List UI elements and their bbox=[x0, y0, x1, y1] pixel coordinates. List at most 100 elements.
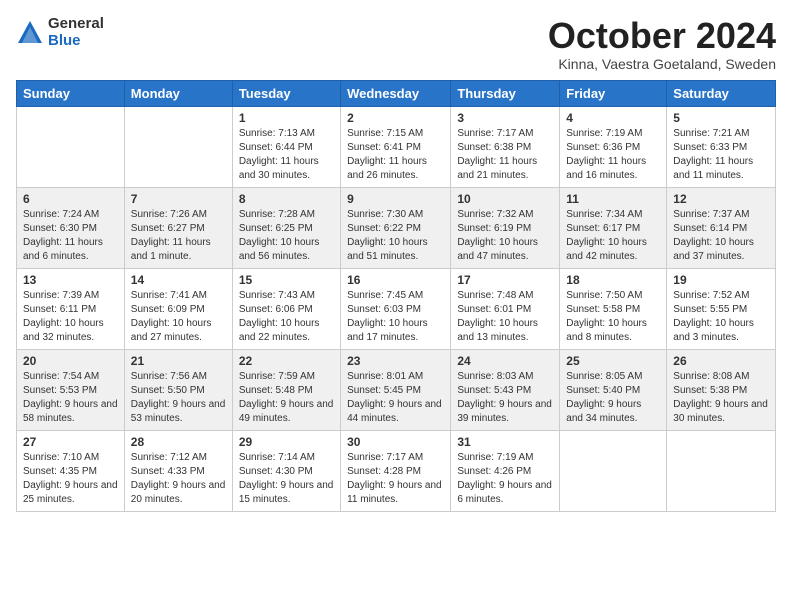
day-number: 7 bbox=[131, 192, 226, 206]
month-title: October 2024 bbox=[548, 16, 776, 56]
logo-general-text: General bbox=[48, 16, 104, 33]
day-cell bbox=[560, 430, 667, 511]
day-info: Sunrise: 8:08 AM Sunset: 5:38 PM Dayligh… bbox=[673, 370, 769, 426]
day-info: Sunrise: 7:39 AM Sunset: 6:11 PM Dayligh… bbox=[23, 289, 118, 345]
week-row-2: 6 Sunrise: 7:24 AM Sunset: 6:30 PM Daylig… bbox=[17, 187, 776, 268]
col-header-wednesday: Wednesday bbox=[341, 80, 451, 106]
day-number: 3 bbox=[457, 111, 553, 125]
day-info: Sunrise: 8:01 AM Sunset: 5:45 PM Dayligh… bbox=[347, 370, 444, 426]
day-cell: 13 Sunrise: 7:39 AM Sunset: 6:11 PM Dayli… bbox=[17, 268, 125, 349]
day-info: Sunrise: 7:48 AM Sunset: 6:01 PM Dayligh… bbox=[457, 289, 553, 345]
week-row-4: 20 Sunrise: 7:54 AM Sunset: 5:53 PM Dayli… bbox=[17, 349, 776, 430]
logo-icon bbox=[16, 19, 44, 47]
day-cell: 31Sunrise: 7:19 AM Sunset: 4:26 PM Dayli… bbox=[451, 430, 560, 511]
day-number: 28 bbox=[131, 435, 226, 449]
day-cell: 4 Sunrise: 7:19 AM Sunset: 6:36 PM Daylig… bbox=[560, 106, 667, 187]
day-info: Sunrise: 7:19 AM Sunset: 6:36 PM Dayligh… bbox=[566, 127, 660, 183]
day-info: Sunrise: 7:26 AM Sunset: 6:27 PM Dayligh… bbox=[131, 208, 226, 264]
day-info: Sunrise: 7:17 AM Sunset: 6:38 PM Dayligh… bbox=[457, 127, 553, 183]
day-info: Sunrise: 8:05 AM Sunset: 5:40 PM Dayligh… bbox=[566, 370, 660, 426]
day-cell: 11 Sunrise: 7:34 AM Sunset: 6:17 PM Dayli… bbox=[560, 187, 667, 268]
day-cell: 6 Sunrise: 7:24 AM Sunset: 6:30 PM Daylig… bbox=[17, 187, 125, 268]
day-cell: 19 Sunrise: 7:52 AM Sunset: 5:55 PM Dayli… bbox=[667, 268, 776, 349]
day-cell: 12Sunrise: 7:37 AM Sunset: 6:14 PM Dayli… bbox=[667, 187, 776, 268]
day-cell: 20 Sunrise: 7:54 AM Sunset: 5:53 PM Dayli… bbox=[17, 349, 125, 430]
col-header-thursday: Thursday bbox=[451, 80, 560, 106]
day-info: Sunrise: 7:12 AM Sunset: 4:33 PM Dayligh… bbox=[131, 451, 226, 507]
day-number: 23 bbox=[347, 354, 444, 368]
day-number: 25 bbox=[566, 354, 660, 368]
header-row: SundayMondayTuesdayWednesdayThursdayFrid… bbox=[17, 80, 776, 106]
day-cell: 3 Sunrise: 7:17 AM Sunset: 6:38 PM Daylig… bbox=[451, 106, 560, 187]
day-number: 18 bbox=[566, 273, 660, 287]
col-header-monday: Monday bbox=[124, 80, 232, 106]
day-cell: 27Sunrise: 7:10 AM Sunset: 4:35 PM Dayli… bbox=[17, 430, 125, 511]
day-number: 19 bbox=[673, 273, 769, 287]
day-info: Sunrise: 7:13 AM Sunset: 6:44 PM Dayligh… bbox=[239, 127, 334, 183]
day-cell: 5 Sunrise: 7:21 AM Sunset: 6:33 PM Daylig… bbox=[667, 106, 776, 187]
day-cell: 30Sunrise: 7:17 AM Sunset: 4:28 PM Dayli… bbox=[341, 430, 451, 511]
logo-blue-text: Blue bbox=[48, 33, 104, 50]
day-cell: 16 Sunrise: 7:45 AM Sunset: 6:03 PM Dayli… bbox=[341, 268, 451, 349]
day-number: 22 bbox=[239, 354, 334, 368]
day-info: Sunrise: 7:54 AM Sunset: 5:53 PM Dayligh… bbox=[23, 370, 118, 426]
day-number: 11 bbox=[566, 192, 660, 206]
col-header-saturday: Saturday bbox=[667, 80, 776, 106]
day-cell: 24Sunrise: 8:03 AM Sunset: 5:43 PM Dayli… bbox=[451, 349, 560, 430]
day-info: Sunrise: 7:19 AM Sunset: 4:26 PM Dayligh… bbox=[457, 451, 553, 507]
day-cell: 14 Sunrise: 7:41 AM Sunset: 6:09 PM Dayli… bbox=[124, 268, 232, 349]
day-number: 20 bbox=[23, 354, 118, 368]
day-number: 10 bbox=[457, 192, 553, 206]
day-info: Sunrise: 7:24 AM Sunset: 6:30 PM Dayligh… bbox=[23, 208, 118, 264]
day-number: 12 bbox=[673, 192, 769, 206]
day-number: 14 bbox=[131, 273, 226, 287]
col-header-tuesday: Tuesday bbox=[232, 80, 340, 106]
day-cell: 15Sunrise: 7:43 AM Sunset: 6:06 PM Dayli… bbox=[232, 268, 340, 349]
day-cell: 21 Sunrise: 7:56 AM Sunset: 5:50 PM Dayli… bbox=[124, 349, 232, 430]
day-number: 21 bbox=[131, 354, 226, 368]
col-header-sunday: Sunday bbox=[17, 80, 125, 106]
day-info: Sunrise: 7:56 AM Sunset: 5:50 PM Dayligh… bbox=[131, 370, 226, 426]
day-cell: 9 Sunrise: 7:30 AM Sunset: 6:22 PM Daylig… bbox=[341, 187, 451, 268]
day-info: Sunrise: 7:43 AM Sunset: 6:06 PM Dayligh… bbox=[239, 289, 334, 345]
day-number: 6 bbox=[23, 192, 118, 206]
day-info: Sunrise: 7:34 AM Sunset: 6:17 PM Dayligh… bbox=[566, 208, 660, 264]
day-number: 30 bbox=[347, 435, 444, 449]
title-area: October 2024 Kinna, Vaestra Goetaland, S… bbox=[548, 16, 776, 72]
logo-text: General Blue bbox=[48, 16, 104, 49]
day-cell: 29Sunrise: 7:14 AM Sunset: 4:30 PM Dayli… bbox=[232, 430, 340, 511]
day-cell: 23 Sunrise: 8:01 AM Sunset: 5:45 PM Dayli… bbox=[341, 349, 451, 430]
day-cell: 26 Sunrise: 8:08 AM Sunset: 5:38 PM Dayli… bbox=[667, 349, 776, 430]
day-number: 13 bbox=[23, 273, 118, 287]
logo: General Blue bbox=[16, 16, 104, 49]
day-number: 4 bbox=[566, 111, 660, 125]
day-info: Sunrise: 7:52 AM Sunset: 5:55 PM Dayligh… bbox=[673, 289, 769, 345]
day-info: Sunrise: 7:14 AM Sunset: 4:30 PM Dayligh… bbox=[239, 451, 334, 507]
day-info: Sunrise: 7:45 AM Sunset: 6:03 PM Dayligh… bbox=[347, 289, 444, 345]
day-info: Sunrise: 7:15 AM Sunset: 6:41 PM Dayligh… bbox=[347, 127, 444, 183]
day-number: 8 bbox=[239, 192, 334, 206]
day-cell: 1Sunrise: 7:13 AM Sunset: 6:44 PM Daylig… bbox=[232, 106, 340, 187]
day-number: 5 bbox=[673, 111, 769, 125]
week-row-3: 13 Sunrise: 7:39 AM Sunset: 6:11 PM Dayli… bbox=[17, 268, 776, 349]
day-info: Sunrise: 7:41 AM Sunset: 6:09 PM Dayligh… bbox=[131, 289, 226, 345]
day-number: 17 bbox=[457, 273, 553, 287]
day-cell: 2Sunrise: 7:15 AM Sunset: 6:41 PM Daylig… bbox=[341, 106, 451, 187]
day-info: Sunrise: 7:30 AM Sunset: 6:22 PM Dayligh… bbox=[347, 208, 444, 264]
day-cell bbox=[124, 106, 232, 187]
day-cell bbox=[17, 106, 125, 187]
day-info: Sunrise: 7:21 AM Sunset: 6:33 PM Dayligh… bbox=[673, 127, 769, 183]
day-number: 26 bbox=[673, 354, 769, 368]
day-number: 9 bbox=[347, 192, 444, 206]
day-cell: 22 Sunrise: 7:59 AM Sunset: 5:48 PM Dayli… bbox=[232, 349, 340, 430]
day-info: Sunrise: 7:32 AM Sunset: 6:19 PM Dayligh… bbox=[457, 208, 553, 264]
calendar-table: SundayMondayTuesdayWednesdayThursdayFrid… bbox=[16, 80, 776, 512]
day-cell: 10 Sunrise: 7:32 AM Sunset: 6:19 PM Dayli… bbox=[451, 187, 560, 268]
week-row-1: 1Sunrise: 7:13 AM Sunset: 6:44 PM Daylig… bbox=[17, 106, 776, 187]
day-number: 16 bbox=[347, 273, 444, 287]
day-cell: 8Sunrise: 7:28 AM Sunset: 6:25 PM Daylig… bbox=[232, 187, 340, 268]
day-number: 27 bbox=[23, 435, 118, 449]
day-info: Sunrise: 7:59 AM Sunset: 5:48 PM Dayligh… bbox=[239, 370, 334, 426]
header: General Blue October 2024 Kinna, Vaestra… bbox=[16, 16, 776, 72]
day-number: 24 bbox=[457, 354, 553, 368]
